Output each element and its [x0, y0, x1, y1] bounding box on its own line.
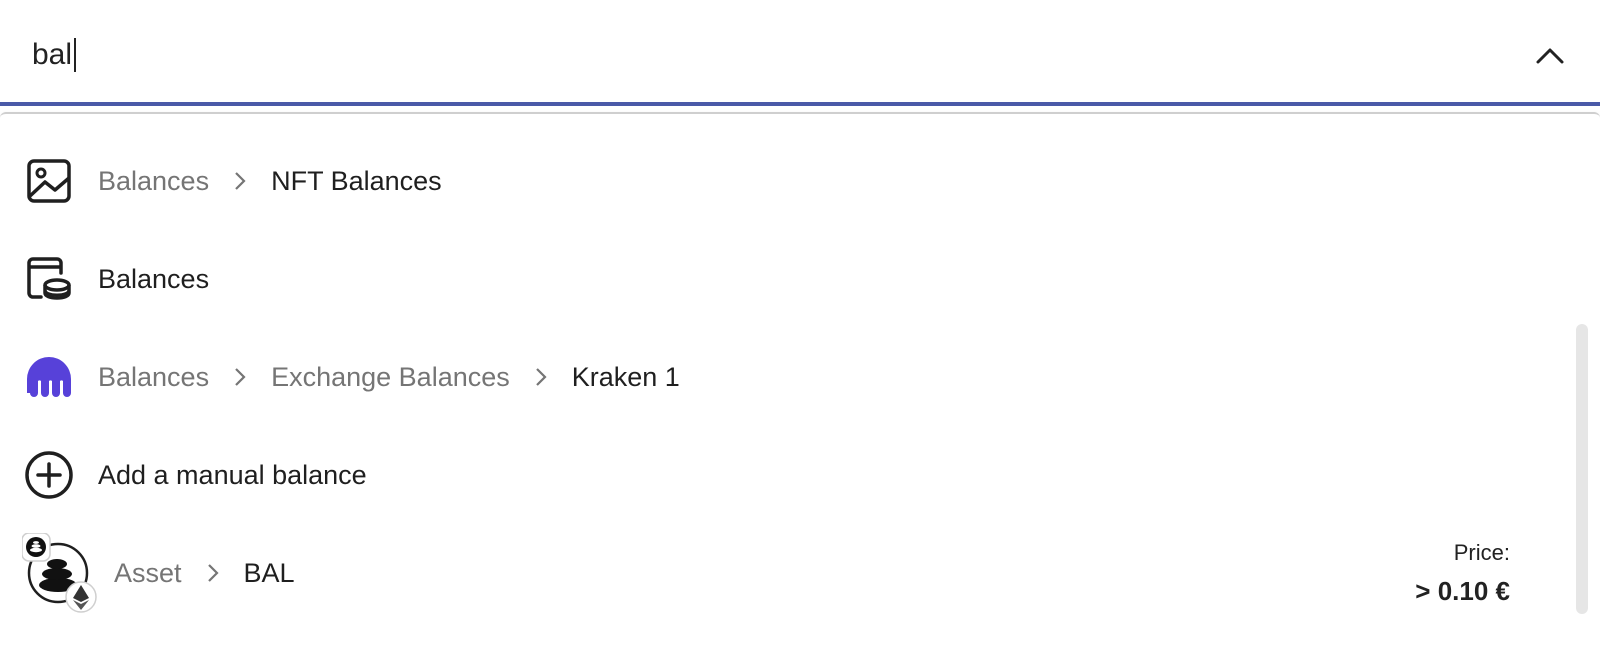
result-item-kraken[interactable]: Balances Exchange Balances Kraken 1 [0, 328, 1560, 426]
wallet-coins-icon [24, 254, 74, 304]
breadcrumb: Asset BAL [114, 558, 295, 589]
chevron-up-icon[interactable] [1534, 40, 1566, 72]
result-title: Balances [98, 263, 210, 294]
chevron-right-icon [235, 172, 246, 190]
breadcrumb: Balances NFT Balances [98, 166, 442, 197]
result-title: Add a manual balance [98, 459, 367, 490]
price-value: > 0.10 € [1415, 575, 1510, 606]
breadcrumb: Add a manual balance [98, 460, 367, 491]
result-title: BAL [243, 557, 295, 588]
search-bar [0, 0, 1600, 106]
breadcrumb-part: Exchange Balances [271, 361, 510, 392]
text-caret [74, 38, 76, 72]
search-input[interactable] [32, 30, 1432, 80]
kraken-icon [24, 352, 74, 402]
chevron-right-icon [535, 368, 547, 386]
result-item-asset-bal[interactable]: Asset BAL Price: > 0.10 € [0, 524, 1560, 622]
breadcrumb-part: Asset [114, 557, 182, 588]
price-label: Price: [1453, 539, 1510, 565]
result-title: Kraken 1 [571, 361, 680, 392]
chevron-right-icon [207, 564, 219, 582]
results-menu: Balances NFT Balances Balances Balances … [0, 112, 1600, 648]
breadcrumb: Balances Exchange Balances Kraken 1 [98, 362, 680, 393]
image-icon [24, 156, 74, 206]
asset-price: Price: > 0.10 € [1415, 540, 1510, 607]
result-item-balances[interactable]: Balances [0, 230, 1560, 328]
bal-token-icon [22, 533, 98, 613]
scrollbar[interactable] [1576, 324, 1588, 614]
breadcrumb-part: Balances [98, 165, 210, 196]
result-item-add-manual-balance[interactable]: Add a manual balance [0, 426, 1560, 524]
result-item-nft-balances[interactable]: Balances NFT Balances [0, 132, 1560, 230]
breadcrumb: Balances [98, 264, 209, 295]
result-title: NFT Balances [271, 165, 442, 196]
chevron-right-icon [235, 368, 246, 386]
breadcrumb-part: Balances [98, 361, 210, 392]
add-circle-icon [24, 450, 74, 500]
